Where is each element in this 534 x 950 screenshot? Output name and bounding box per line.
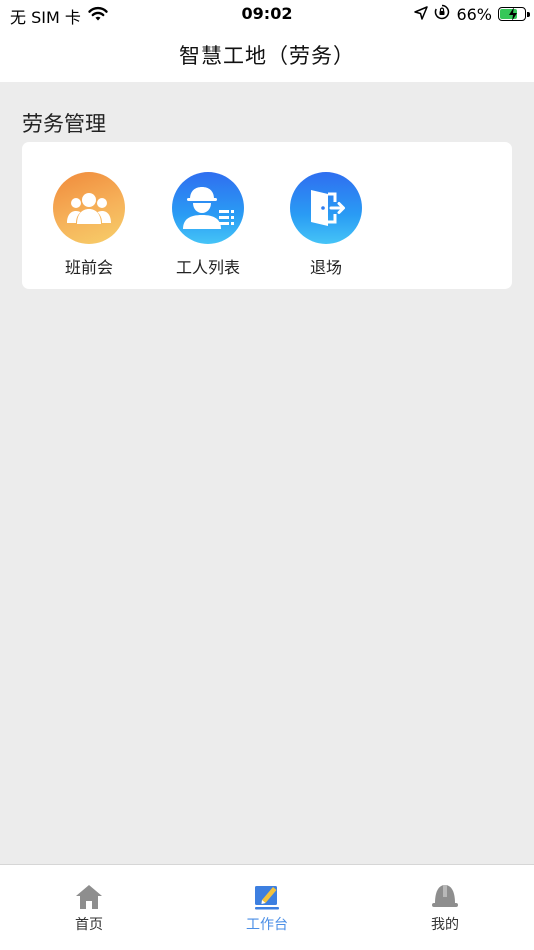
labor-management-card: 班前会 工人列表 退场	[22, 142, 512, 289]
orientation-lock-icon	[434, 4, 450, 24]
worker-list-button[interactable]: 工人列表	[153, 172, 263, 282]
meeting-group-icon	[53, 172, 125, 244]
status-bar: 无 SIM 卡 09:02 66%	[0, 0, 534, 28]
worker-list-label: 工人列表	[175, 258, 240, 277]
battery-icon	[498, 7, 530, 21]
exit-door-icon	[290, 172, 362, 244]
pre-shift-meeting-label: 班前会	[64, 258, 113, 277]
status-right: 66%	[414, 4, 530, 24]
page-title: 智慧工地（劳务）	[179, 44, 355, 68]
battery-percent: 66%	[456, 4, 492, 24]
location-arrow-icon	[414, 5, 429, 24]
app-screen: 无 SIM 卡 09:02 66% 智慧工地（劳务） 劳务管理 班前会 工人列表…	[0, 0, 534, 950]
worker-list-icon	[172, 172, 244, 244]
navigation-bar: 智慧工地（劳务）	[0, 28, 534, 82]
profile-helmet-icon	[430, 883, 460, 911]
exit-site-button[interactable]: 退场	[271, 172, 381, 282]
section-title: 劳务管理	[22, 112, 106, 136]
bottom-tab-bar: 首页 工作台 我的	[0, 864, 534, 950]
tab-mine-label: 我的	[431, 917, 459, 933]
tab-workbench[interactable]: 工作台	[207, 883, 327, 935]
home-icon	[74, 883, 104, 911]
tab-home-label: 首页	[75, 917, 103, 933]
tab-home[interactable]: 首页	[29, 883, 149, 935]
pre-shift-meeting-button[interactable]: 班前会	[34, 172, 144, 282]
workbench-icon	[252, 883, 282, 911]
exit-site-label: 退场	[309, 258, 342, 277]
tab-workbench-label: 工作台	[246, 917, 288, 933]
tab-mine[interactable]: 我的	[385, 883, 505, 935]
charging-bolt-icon	[509, 7, 517, 21]
